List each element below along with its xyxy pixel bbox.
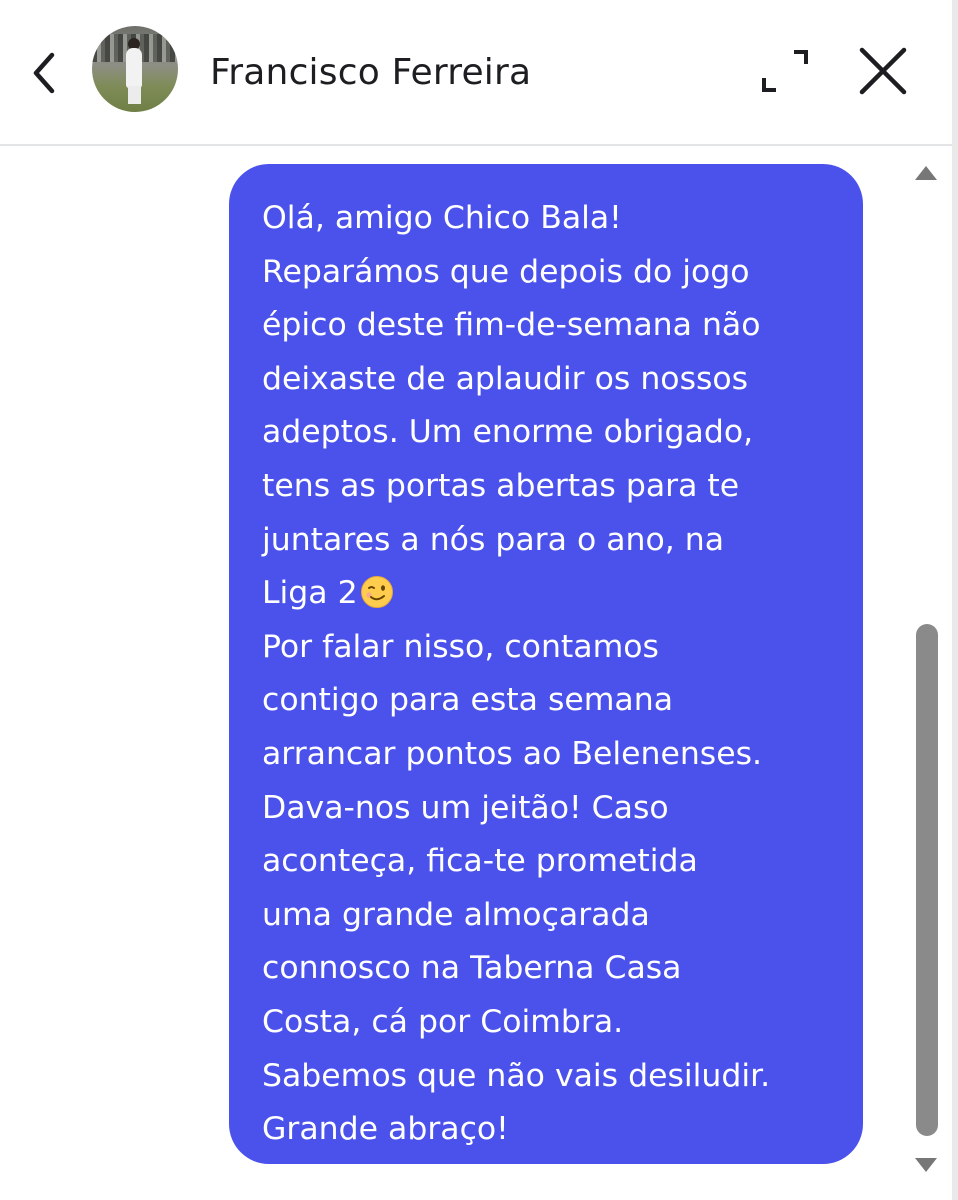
scrollbar-thumb[interactable]: [916, 624, 938, 1136]
chat-header: Francisco Ferreira: [0, 0, 952, 146]
close-icon: [859, 47, 907, 95]
back-button[interactable]: [24, 48, 64, 98]
message-text-part-2: Por falar nisso, contamos contigo para e…: [262, 628, 771, 1148]
contact-name[interactable]: Francisco Ferreira: [210, 48, 531, 98]
chevron-left-icon: [33, 52, 55, 94]
expand-icon: [762, 50, 808, 92]
winking-face-emoji-icon: [360, 576, 393, 609]
scroll-down-icon: [915, 1158, 937, 1172]
scroll-up-icon: [915, 166, 937, 180]
scroll-up-arrow[interactable]: [914, 164, 938, 184]
avatar[interactable]: [92, 26, 178, 112]
message-bubble[interactable]: Olá, amigo Chico Bala! Reparámos que dep…: [229, 164, 863, 1164]
scroll-down-arrow[interactable]: [914, 1154, 938, 1174]
close-button[interactable]: [852, 40, 914, 102]
chat-window: Francisco Ferreira Olá, amigo Chico Bala…: [0, 0, 958, 1200]
window-edge: [952, 0, 958, 1200]
expand-button[interactable]: [756, 42, 814, 100]
message-list[interactable]: Olá, amigo Chico Bala! Reparámos que dep…: [0, 146, 952, 1200]
message-text-part-1: Olá, amigo Chico Bala! Reparámos que dep…: [262, 200, 761, 612]
